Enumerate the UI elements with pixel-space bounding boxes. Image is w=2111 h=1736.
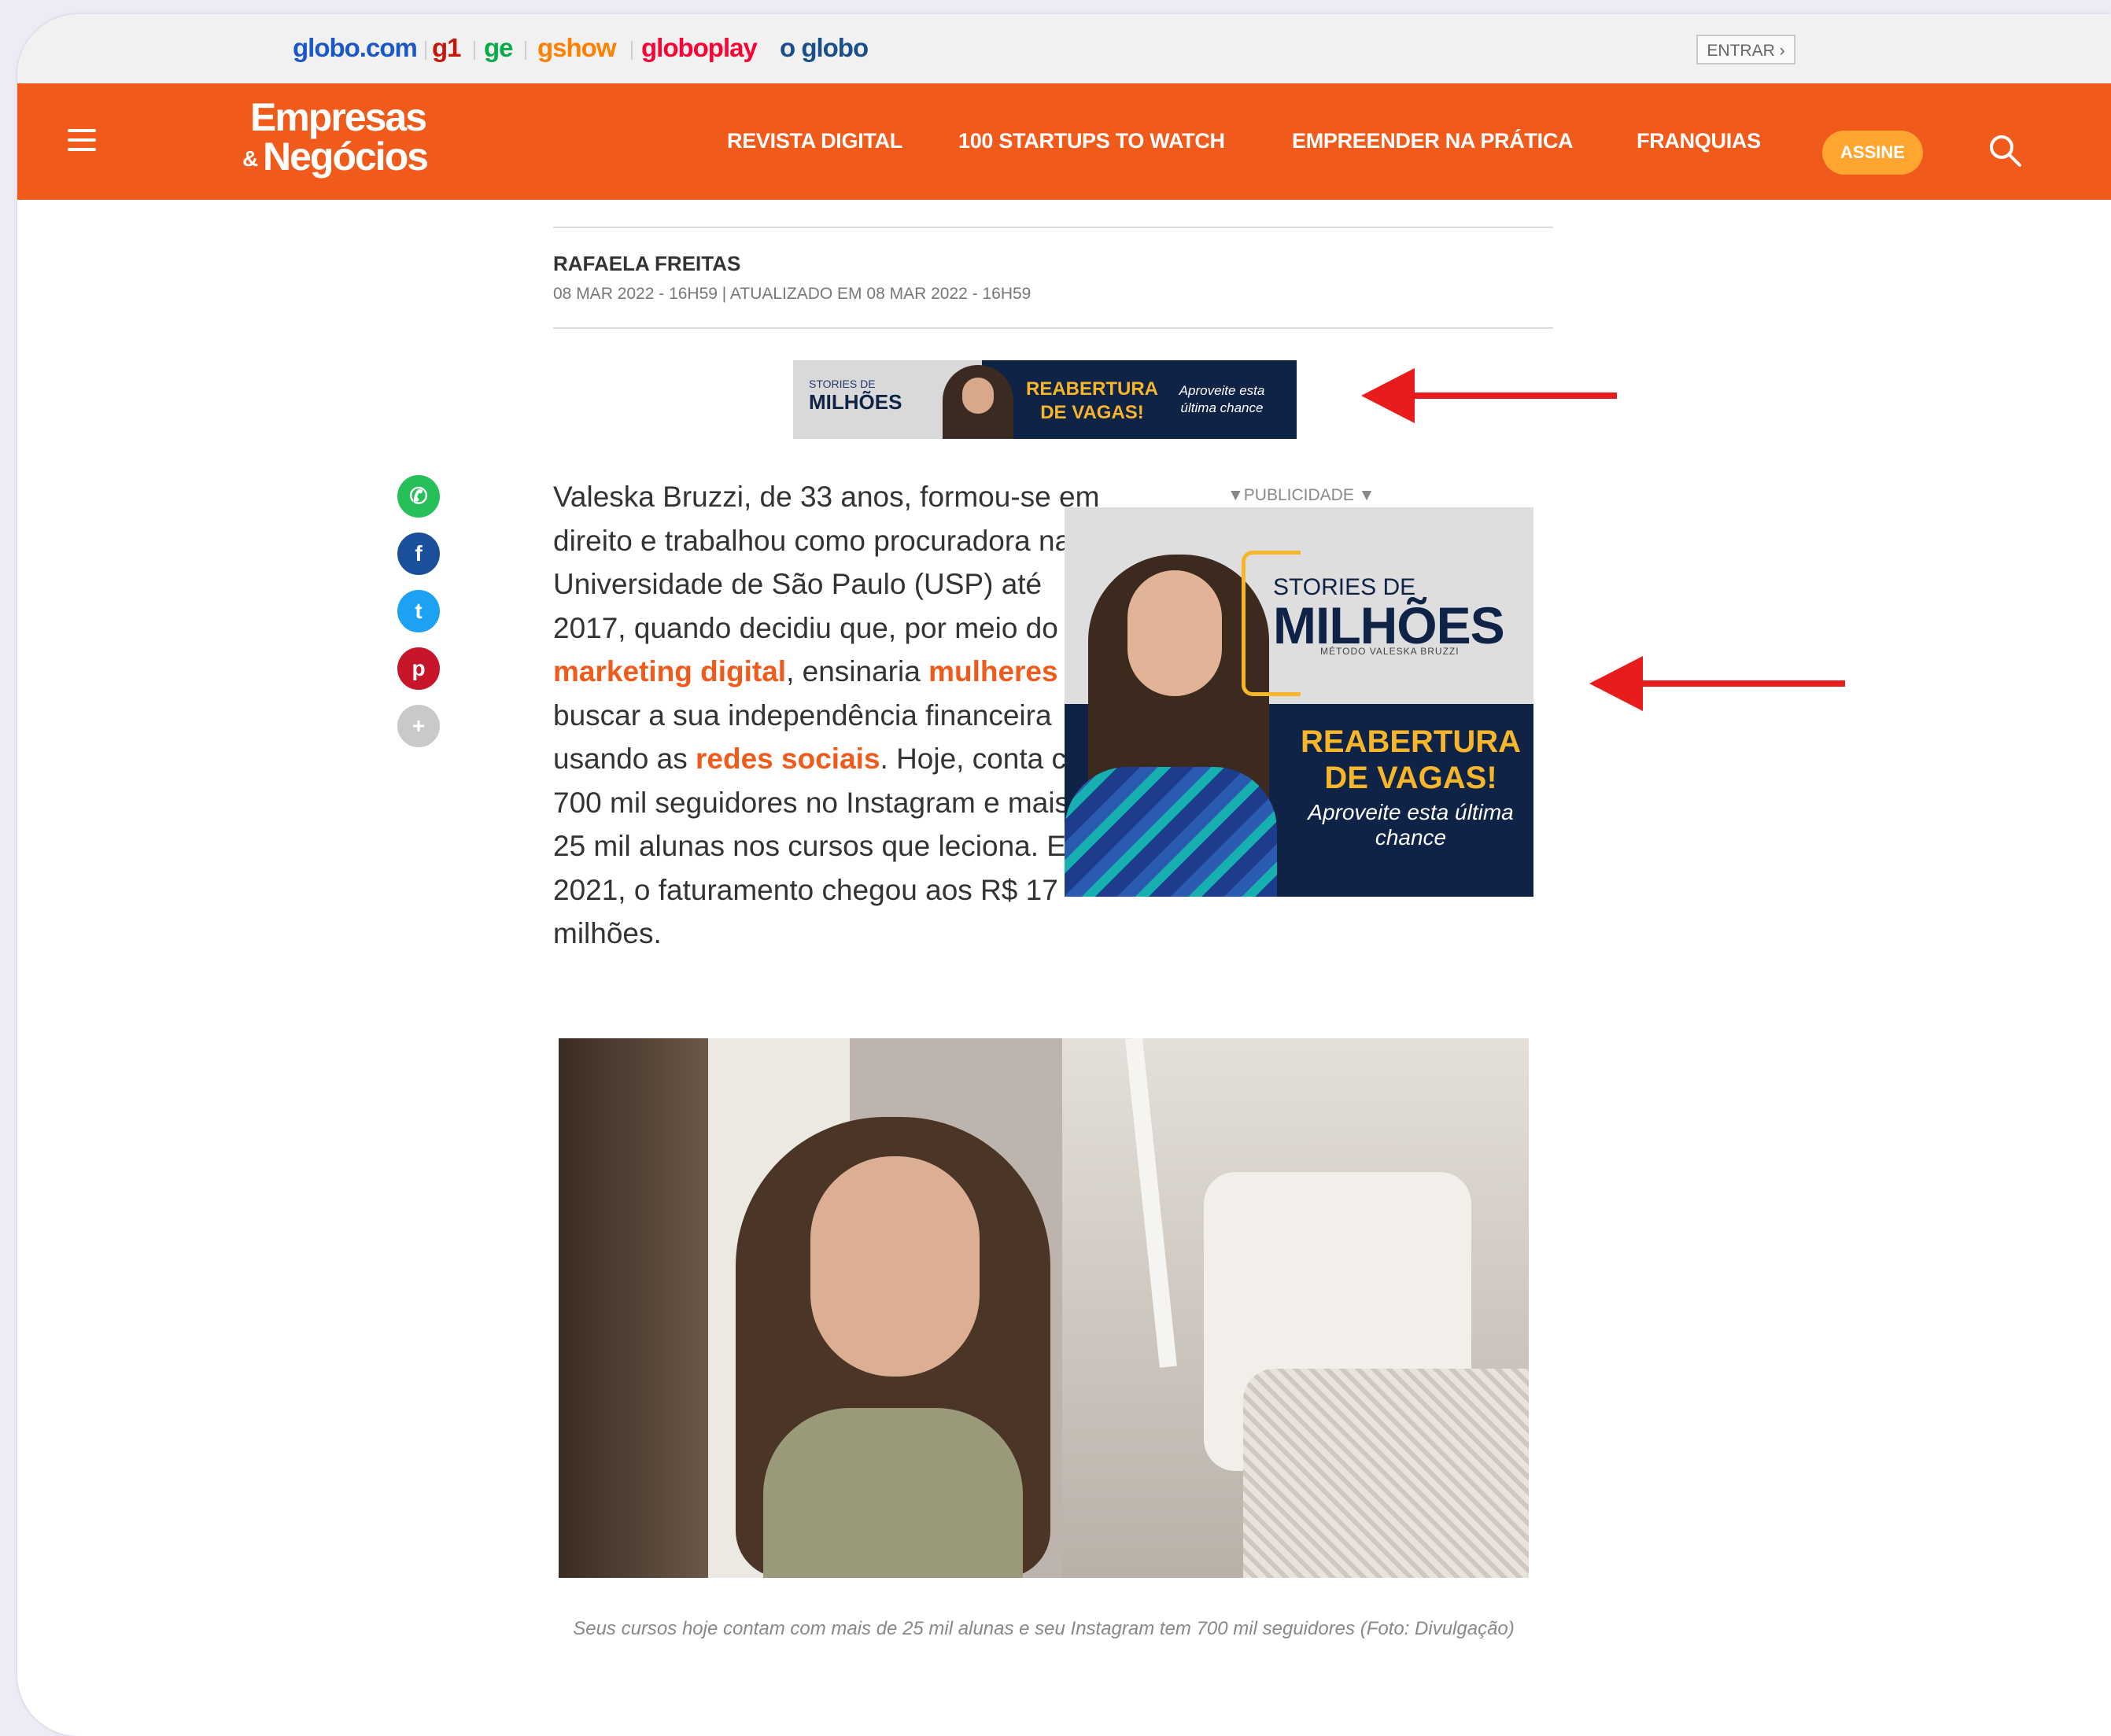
link-redes-sociais[interactable]: redes sociais [696, 743, 880, 775]
article-photo[interactable] [559, 1038, 1529, 1578]
browser-page: globo.com g1 ge gshow globoplay o globo … [17, 14, 2111, 1736]
ad-box-sub: Aproveite esta última chance [1308, 800, 1514, 850]
ad-banner[interactable]: STORIES DE MILHÕES REABERTURA DE VAGAS! … [793, 360, 1297, 439]
article-body: Valeska Bruzzi, de 33 anos, formou-se em… [553, 475, 1120, 956]
body-text: Valeska Bruzzi, de 33 anos, formou-se em… [553, 481, 1100, 644]
ad-banner-sub: Aproveite esta última chance [1179, 383, 1265, 415]
site-header: Empresas & Negócios REVISTA DIGITAL 100 … [17, 83, 2111, 200]
body-text: , ensinaria [786, 655, 929, 687]
pinterest-icon[interactable]: p [397, 647, 440, 690]
globo-link-globoplay[interactable]: globoplay [641, 33, 758, 63]
separator [525, 41, 526, 60]
more-share-icon[interactable]: + [397, 705, 440, 747]
ad-box-logo-sub: MÉTODO VALESKA BRUZZI [1320, 646, 1460, 657]
ad-box-headline: REABERTURA DE VAGAS! [1301, 724, 1521, 795]
logo-line2: Negócios [263, 135, 429, 179]
globo-link-oglobo[interactable]: o globo [780, 33, 869, 63]
nav-revista-digital[interactable]: REVISTA DIGITAL [727, 129, 902, 153]
subscribe-button[interactable]: ASSINE [1822, 131, 1923, 175]
hamburger-menu-icon[interactable] [68, 129, 96, 151]
separator [631, 41, 633, 60]
globo-top-bar: globo.com g1 ge gshow globoplay o globo … [17, 14, 2111, 83]
divider [553, 327, 1553, 329]
article-author[interactable]: RAFAELA FREITAS [553, 252, 740, 276]
search-icon[interactable] [1987, 133, 2022, 168]
login-button[interactable]: ENTRAR › [1696, 35, 1795, 65]
globo-link-ge[interactable]: ge [484, 33, 514, 63]
whatsapp-icon[interactable]: ✆ [397, 475, 440, 518]
logo-ampersand: & [242, 146, 259, 171]
separator [425, 41, 426, 60]
article-date: 08 MAR 2022 - 16H59 | ATUALIZADO EM 08 M… [553, 285, 1032, 303]
photo-person-top [763, 1408, 1023, 1578]
photo-background [559, 1038, 708, 1578]
nav-franquias[interactable]: FRANQUIAS [1637, 129, 1761, 153]
red-arrow-annotation [1361, 368, 1617, 423]
ad-box-person-sweater [1065, 767, 1277, 897]
twitter-icon[interactable]: t [397, 590, 440, 632]
nav-empreender[interactable]: EMPREENDER NA PRÁTICA [1292, 129, 1574, 153]
ad-banner-face [962, 378, 994, 414]
photo-caption: Seus cursos hoje contam com mais de 25 m… [573, 1618, 1515, 1639]
ad-banner-logo-big: MILHÕES [809, 390, 902, 414]
globo-link-g1[interactable]: g1 [432, 33, 462, 63]
ad-box[interactable]: STORIES DE MILHÕES MÉTODO VALESKA BRUZZI… [1065, 507, 1533, 897]
link-mulheres[interactable]: mulheres [928, 655, 1058, 687]
ad-label: ▼PUBLICIDADE ▼ [1227, 486, 1375, 504]
divider [553, 227, 1553, 228]
ad-banner-headline: REABERTURA DE VAGAS! [1026, 378, 1158, 423]
globo-link-gshow[interactable]: gshow [537, 33, 616, 63]
facebook-icon[interactable]: f [397, 533, 440, 575]
ad-banner-logo-small: STORIES DE [809, 378, 876, 390]
nav-100-startups[interactable]: 100 STARTUPS TO WATCH [958, 129, 1225, 153]
photo-person-face [810, 1156, 980, 1377]
red-arrow-annotation [1589, 656, 1845, 711]
photo-wicker-chair [1243, 1369, 1529, 1578]
globo-link-globocom[interactable]: globo.com [293, 33, 418, 63]
ad-box-person-face [1127, 570, 1222, 696]
logo-line1: Empresas [250, 95, 427, 139]
link-marketing-digital[interactable]: marketing digital [553, 655, 786, 687]
separator [474, 41, 475, 60]
